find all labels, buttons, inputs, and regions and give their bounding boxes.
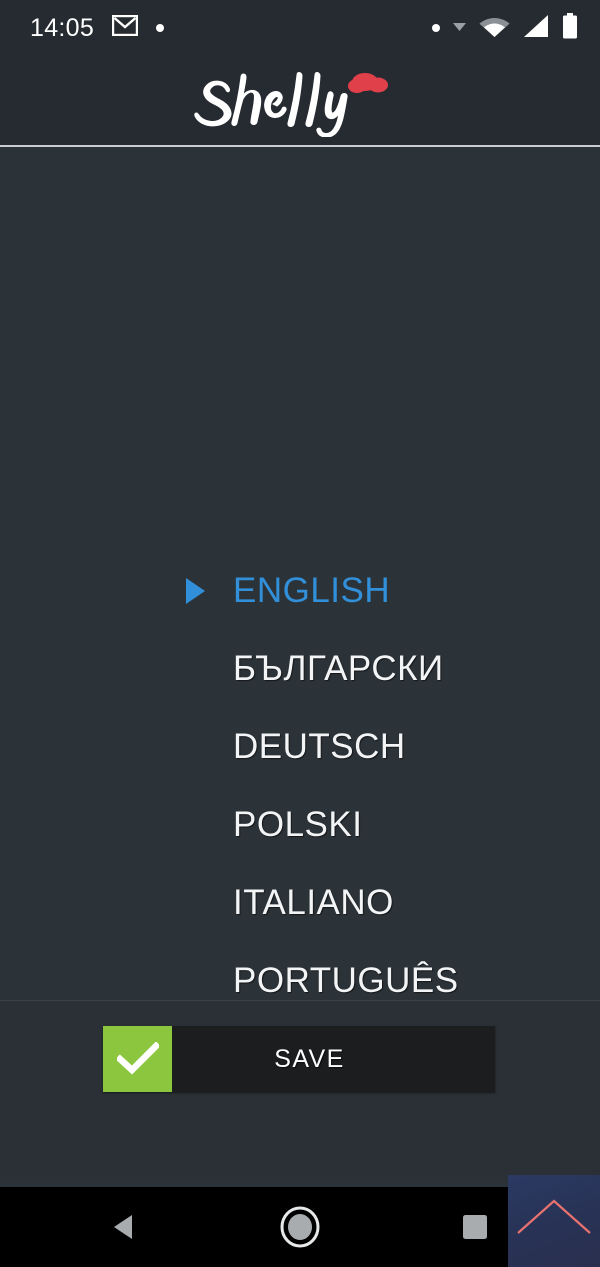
- battery-icon: [562, 12, 578, 44]
- cloud-icon: [348, 72, 388, 93]
- language-label: ITALIANO: [233, 883, 394, 922]
- app-header: [0, 56, 600, 147]
- language-item-english[interactable]: ENGLISH: [0, 552, 600, 630]
- save-button-label: SAVE: [274, 1044, 345, 1073]
- notification-dot-icon: [156, 24, 165, 32]
- recents-square-icon: [463, 1215, 487, 1239]
- language-label: ENGLISH: [233, 571, 391, 610]
- language-label: DEUTSCH: [233, 727, 406, 766]
- back-triangle-icon: [114, 1215, 132, 1239]
- shelly-logo-icon: [194, 71, 388, 137]
- language-item-german[interactable]: DEUTSCH: [0, 708, 600, 786]
- status-dot-icon: [432, 24, 440, 32]
- status-time: 14:05: [30, 13, 95, 42]
- language-label: PORTUGUÊS: [233, 961, 459, 1000]
- language-label: POLSKI: [233, 805, 363, 844]
- wifi-icon: [479, 14, 510, 43]
- status-bar-right: [432, 12, 578, 44]
- checkmark-icon: [103, 1026, 172, 1092]
- chevron-up-icon: [517, 1199, 591, 1234]
- language-item-italian[interactable]: ITALIANO: [0, 864, 600, 942]
- language-label: БЪЛГАРСКИ: [233, 649, 444, 688]
- language-list-container[interactable]: ENGLISH БЪЛГАРСКИ DEUTSCH POLSKI ITALIAN…: [0, 149, 600, 1000]
- recents-button[interactable]: [445, 1197, 505, 1257]
- corner-overlay-widget[interactable]: [508, 1175, 600, 1267]
- gmail-icon: [111, 14, 139, 41]
- status-bar: 14:05: [0, 0, 600, 56]
- save-button[interactable]: SAVE: [103, 1026, 495, 1092]
- shelly-logo: [185, 67, 415, 137]
- back-button[interactable]: [95, 1197, 155, 1257]
- language-item-polish[interactable]: POLSKI: [0, 786, 600, 864]
- status-bar-left: 14:05: [30, 13, 165, 43]
- phone-screen: 14:05 ENGLISH БЪЛГАРСКИ DEUTSCH POLSKI I…: [0, 0, 600, 1267]
- dropdown-caret-icon: [453, 19, 466, 37]
- home-circle-icon: [280, 1206, 320, 1248]
- language-item-portuguese[interactable]: PORTUGUÊS: [0, 942, 600, 1000]
- cellular-signal-icon: [523, 14, 549, 43]
- language-item-bulgarian[interactable]: БЪЛГАРСКИ: [0, 630, 600, 708]
- save-button-bar[interactable]: SAVE: [172, 1026, 495, 1092]
- selection-arrow-icon: [185, 577, 207, 605]
- home-button[interactable]: [270, 1197, 330, 1257]
